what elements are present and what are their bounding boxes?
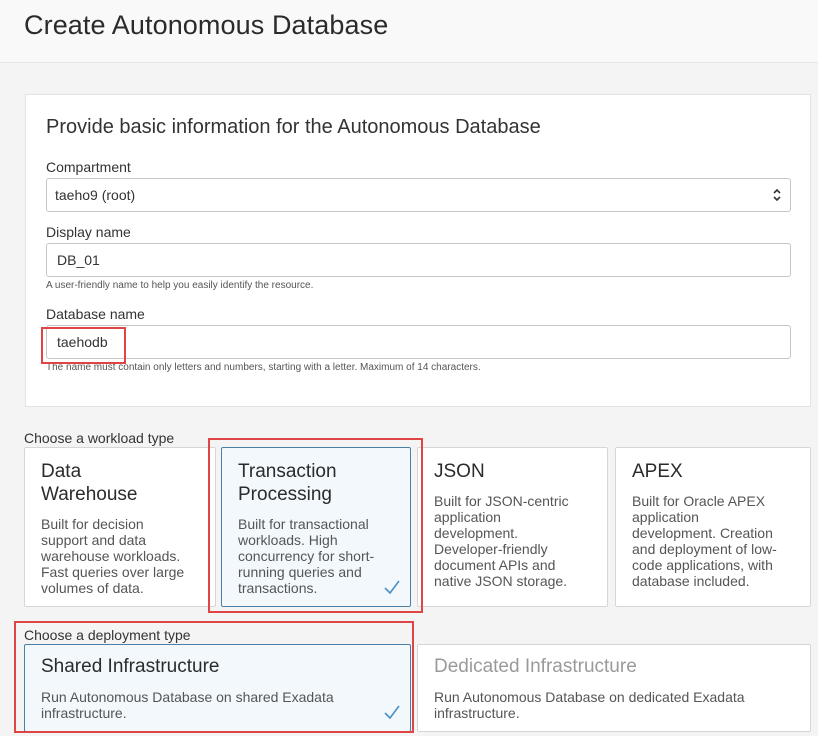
deployment-label: Choose a deployment type — [24, 627, 191, 643]
card-title: Shared Infrastructure — [41, 656, 220, 677]
compartment-select[interactable]: taeho9 (root) — [46, 178, 791, 212]
card-title: Dedicated Infrastructure — [434, 656, 637, 677]
basic-info-panel: Provide basic information for the Autono… — [25, 94, 811, 407]
workload-card-json[interactable]: JSON Built for JSON-centric application … — [417, 447, 608, 607]
display-name-label: Display name — [46, 224, 131, 240]
card-description: Built for Oracle APEX application develo… — [632, 493, 777, 589]
checkmark-icon — [384, 705, 400, 719]
page-title: Create Autonomous Database — [24, 10, 389, 40]
card-description: Run Autonomous Database on shared Exadat… — [41, 689, 334, 721]
display-name-input[interactable] — [46, 243, 791, 277]
page-header: Create Autonomous Database — [0, 0, 818, 63]
workload-card-data-warehouse[interactable]: Data Warehouse Built for decision suppor… — [24, 447, 216, 607]
display-name-helper: A user-friendly name to help you easily … — [46, 280, 314, 291]
card-title: Data Warehouse — [41, 461, 138, 505]
card-description: Built for JSON-centric application devel… — [434, 493, 569, 589]
card-description: Built for transactional workloads. High … — [238, 516, 375, 596]
deployment-card-dedicated[interactable]: Dedicated Infrastructure Run Autonomous … — [417, 644, 811, 732]
database-name-input[interactable] — [46, 325, 791, 359]
deployment-card-shared[interactable]: Shared Infrastructure Run Autonomous Dat… — [24, 644, 411, 732]
card-description: Run Autonomous Database on dedicated Exa… — [434, 689, 745, 721]
database-name-label: Database name — [46, 306, 145, 322]
database-name-helper: The name must contain only letters and n… — [46, 362, 481, 373]
workload-card-apex[interactable]: APEX Built for Oracle APEX application d… — [615, 447, 811, 607]
panel-title: Provide basic information for the Autono… — [46, 116, 541, 138]
checkmark-icon — [384, 580, 400, 594]
card-title: APEX — [632, 461, 683, 482]
workload-card-transaction-processing[interactable]: Transaction Processing Built for transac… — [221, 447, 411, 607]
card-title: Transaction Processing — [238, 461, 337, 505]
compartment-value: taeho9 (root) — [55, 187, 136, 203]
card-description: Built for decision support and data ware… — [41, 516, 185, 596]
chevron-up-down-icon — [773, 188, 781, 202]
workload-label: Choose a workload type — [24, 430, 175, 446]
card-title: JSON — [434, 461, 485, 482]
compartment-label: Compartment — [46, 159, 131, 175]
